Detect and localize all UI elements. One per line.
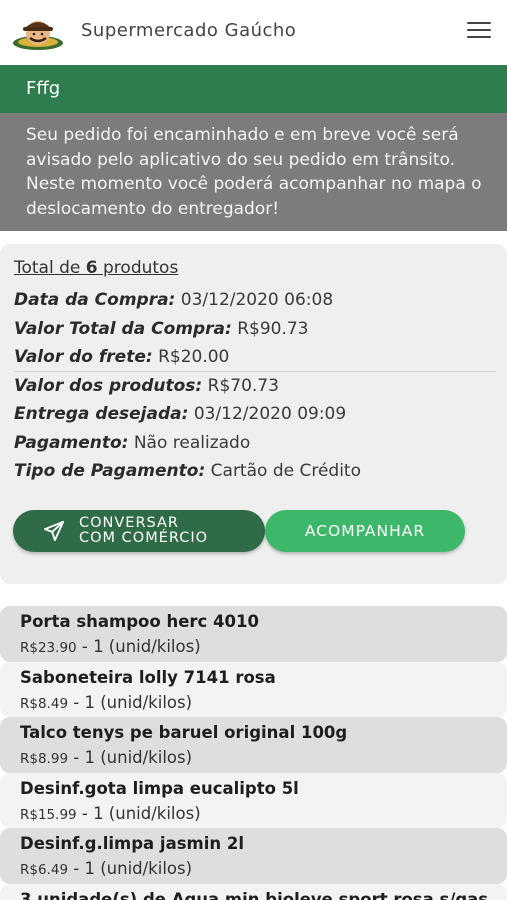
product-price: R$8.99 xyxy=(20,751,69,767)
detail-payment-type: Tipo de Pagamento: Cartão de Crédito xyxy=(14,457,496,486)
product-name: Desinf.g.limpa jasmin 2l xyxy=(20,834,245,853)
send-paper-plane-icon xyxy=(43,520,65,542)
app-bar: Supermercado Gaúcho xyxy=(0,0,507,65)
list-item[interactable]: Desinf.gota limpa eucalipto 5l R$15.99 -… xyxy=(0,772,507,828)
detail-label: Data da Compra: xyxy=(14,290,176,310)
detail-value: Não realizado xyxy=(133,432,251,453)
detail-total-value: Valor Total da Compra: R$90.73 xyxy=(14,315,496,344)
order-status-title: Fffg xyxy=(0,65,507,113)
detail-value: R$70.73 xyxy=(207,375,279,396)
total-products[interactable]: Total de 6 produtos xyxy=(14,258,178,278)
detail-payment: Pagamento: Não realizado xyxy=(14,429,496,458)
detail-desired-delivery: Entrega desejada: 03/12/2020 09:09 xyxy=(14,400,496,429)
detail-label: Valor Total da Compra: xyxy=(14,318,232,339)
detail-label: Valor dos produtos: xyxy=(14,375,203,396)
detail-value: 03/12/2020 09:09 xyxy=(193,404,347,424)
track-order-button[interactable]: ACOMPANHAR xyxy=(265,510,465,552)
total-prefix: Total de xyxy=(14,258,86,278)
detail-purchase-date: Data da Compra: 03/12/2020 06:08 xyxy=(14,286,496,315)
detail-shipping: Valor do frete: R$20.00 xyxy=(14,343,496,372)
order-summary-card: Total de 6 produtos Data da Compra: 03/1… xyxy=(0,244,507,584)
product-price: R$23.90 xyxy=(20,640,77,656)
product-price: R$6.49 xyxy=(20,862,69,878)
total-count: 6 xyxy=(85,258,98,278)
list-item[interactable]: Desinf.g.limpa jasmin 2l R$6.49 - 1 (uni… xyxy=(0,828,507,884)
detail-value: 03/12/2020 06:08 xyxy=(180,290,334,310)
product-meta: R$8.49 - 1 (unid/kilos) xyxy=(20,692,507,715)
hamburger-menu-icon[interactable] xyxy=(467,22,491,42)
chat-button-line1: CONVERSAR xyxy=(79,514,180,531)
product-price: R$15.99 xyxy=(20,806,77,823)
product-name: Desinf.gota limpa eucalipto 5l xyxy=(20,778,299,798)
product-qty: - 1 (unid/kilos) xyxy=(68,748,193,767)
product-name: Talco tenys pe baruel original 100g xyxy=(20,723,348,742)
product-meta: R$6.49 - 1 (unid/kilos) xyxy=(20,858,507,881)
list-item[interactable]: Saboneteira lolly 7141 rosa R$8.49 - 1 (… xyxy=(0,661,507,717)
detail-products-value: Valor dos produtos: R$70.73 xyxy=(14,372,496,401)
list-item[interactable]: Porta shampoo herc 4010 R$23.90 - 1 (uni… xyxy=(0,606,507,662)
list-item[interactable]: Talco tenys pe baruel original 100g R$8.… xyxy=(0,717,507,773)
detail-value: R$20.00 xyxy=(158,347,230,367)
order-details: Data da Compra: 03/12/2020 06:08 Valor T… xyxy=(14,286,496,486)
detail-label: Valor do frete: xyxy=(14,347,153,367)
detail-label: Entrega desejada: xyxy=(14,404,189,424)
order-status-message: Seu pedido foi encaminhado e em breve vo… xyxy=(0,113,507,231)
product-qty: - 1 (unid/kilos) xyxy=(68,859,193,878)
total-suffix: produtos xyxy=(97,258,179,278)
gaucho-logo xyxy=(13,21,63,50)
product-meta: R$15.99 - 1 (unid/kilos) xyxy=(20,803,507,826)
product-qty: - 1 (unid/kilos) xyxy=(76,803,201,823)
detail-value: R$90.73 xyxy=(237,318,309,339)
app-title: Supermercado Gaúcho xyxy=(81,20,297,41)
product-meta: R$8.99 - 1 (unid/kilos) xyxy=(20,747,507,770)
list-item[interactable]: 3 unidade(s) de Agua min bioleve sport r… xyxy=(0,883,507,900)
product-name: 3 unidade(s) de Agua min bioleve sport r… xyxy=(20,889,489,900)
product-meta: R$23.90 - 1 (unid/kilos) xyxy=(20,636,507,659)
product-name: Porta shampoo herc 4010 xyxy=(20,612,259,631)
detail-label: Pagamento: xyxy=(14,432,129,453)
product-qty: - 1 (unid/kilos) xyxy=(68,692,193,712)
product-list: Porta shampoo herc 4010 R$23.90 - 1 (uni… xyxy=(0,606,507,900)
chat-with-store-button[interactable]: CONVERSAR COM COMÉRCIO xyxy=(13,510,265,552)
product-name: Saboneteira lolly 7141 rosa xyxy=(20,667,276,687)
chat-button-line2: COM COMÉRCIO xyxy=(79,530,209,546)
product-price: R$8.49 xyxy=(20,695,69,712)
product-qty: - 1 (unid/kilos) xyxy=(76,637,201,656)
detail-label: Tipo de Pagamento: xyxy=(14,461,206,481)
detail-value: Cartão de Crédito xyxy=(210,461,361,481)
